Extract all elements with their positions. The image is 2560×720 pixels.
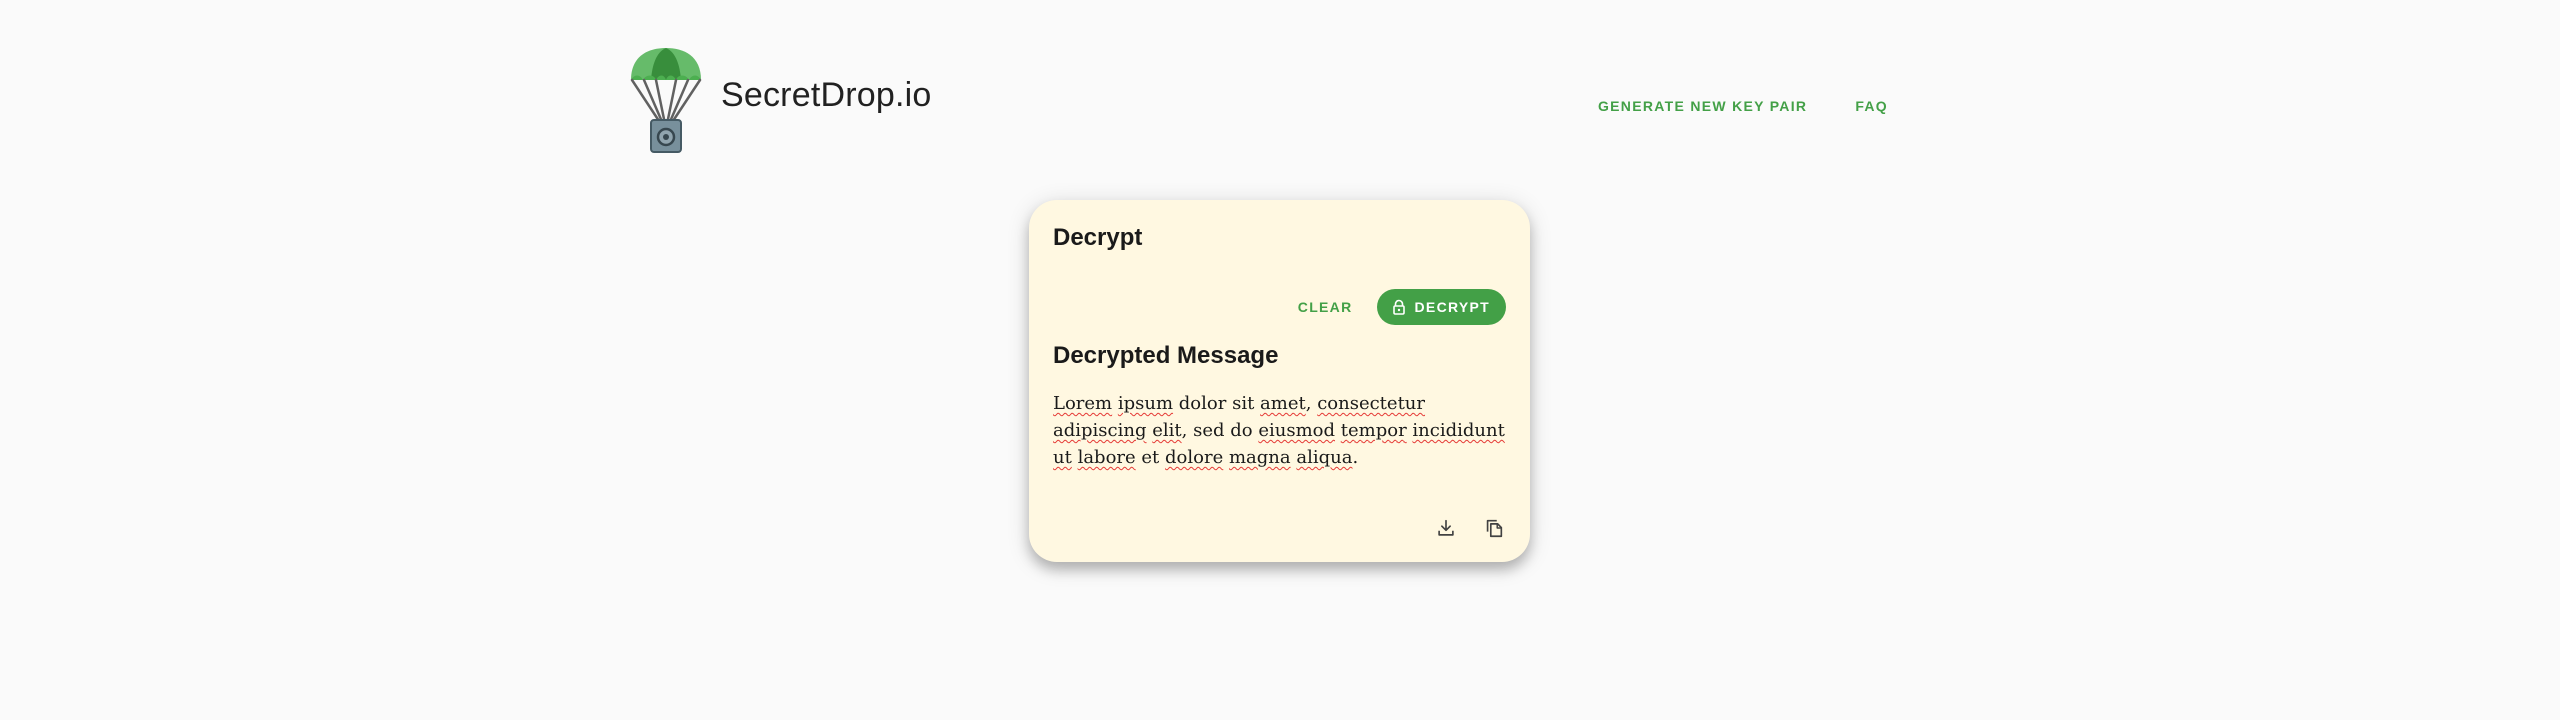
misspelled-word: magna [1228,447,1291,468]
card-title: Decrypt [1053,224,1143,251]
copy-button[interactable] [1476,510,1512,546]
parachute-safe-icon [630,48,702,153]
nav-generate-key-pair[interactable]: GENERATE NEW KEY PAIR [1586,88,1819,124]
card-actions: CLEAR DECRYPT [1286,289,1506,325]
misspelled-word: tempor [1340,420,1407,441]
misspelled-word: dolore [1165,447,1224,468]
download-icon [1438,519,1454,536]
app-header: SecretDrop.io GENERATE NEW KEY PAIR FAQ [628,44,1900,156]
clear-button[interactable]: CLEAR [1286,289,1365,325]
brand-name: SecretDrop.io [721,76,932,114]
top-nav: GENERATE NEW KEY PAIR FAQ [1586,88,1900,124]
message-actions [1428,510,1512,546]
misspelled-word: incididunt [1412,420,1505,441]
decrypted-message-heading: Decrypted Message [1053,342,1279,369]
decrypt-button-label: DECRYPT [1414,299,1490,315]
copy-icon [1486,519,1503,538]
home-link[interactable]: SecretDrop.io [628,44,932,156]
misspelled-word: Lorem [1053,393,1113,414]
misspelled-word: eiusmod [1258,420,1336,441]
misspelled-word: labore [1077,447,1136,468]
decrypted-message-text: Lorem ipsum dolor sit amet, consectetur … [1053,393,1505,468]
misspelled-word: ipsum [1117,393,1174,414]
decrypt-card: Decrypt CLEAR DECRYPT Decrypted Message … [1029,200,1530,562]
misspelled-word: ut [1053,447,1072,468]
page: SecretDrop.io GENERATE NEW KEY PAIR FAQ … [0,0,2560,720]
misspelled-word: consectetur [1317,393,1426,414]
misspelled-word: aliqua [1296,447,1353,468]
misspelled-word: amet [1260,393,1306,414]
download-button[interactable] [1428,510,1464,546]
lock-open-icon [1392,299,1405,315]
misspelled-word: elit [1152,420,1182,441]
decrypt-button[interactable]: DECRYPT [1376,289,1506,325]
misspelled-word: adipiscing [1053,420,1147,441]
nav-faq[interactable]: FAQ [1843,88,1900,124]
